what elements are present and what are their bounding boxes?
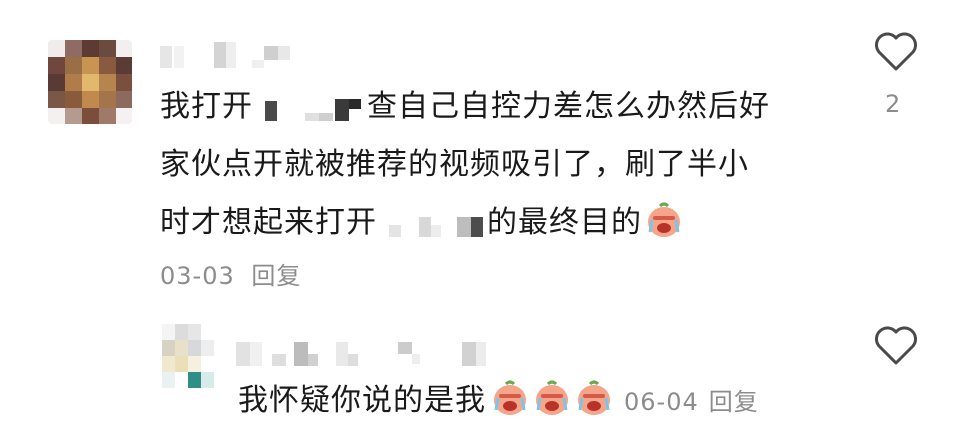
comment-text-segment: 我打开	[160, 89, 253, 124]
comment-text-segment: 时才想起来打开	[160, 205, 377, 240]
comment-date: 03-03	[160, 262, 235, 290]
heart-icon[interactable]	[874, 32, 918, 72]
redacted-app-name	[389, 216, 483, 237]
reply-text-content: 我怀疑你说的是我	[238, 383, 486, 418]
crying-face-emoji	[536, 380, 568, 415]
crying-face-emoji	[494, 380, 526, 415]
username-mosaic[interactable]	[236, 338, 496, 372]
heart-icon[interactable]	[874, 326, 918, 366]
reply-button[interactable]: 回复	[709, 388, 759, 416]
reply-text[interactable]: 我怀疑你说的是我 06-04 回复	[238, 375, 759, 419]
reply-date: 06-04	[624, 388, 699, 416]
avatar-mosaic	[162, 324, 214, 388]
avatar-mosaic	[48, 40, 132, 124]
comment-text-segment: 查自己自控力差怎么办然后好	[367, 89, 770, 124]
comment-meta: 03-03 回复	[160, 256, 301, 291]
reply-button[interactable]: 回复	[251, 262, 301, 290]
redacted-app-name	[265, 98, 361, 121]
like-count: 2	[885, 90, 901, 118]
comment-text-segment: 的最终目的	[487, 205, 642, 240]
avatar[interactable]	[162, 324, 214, 388]
comment-text[interactable]: 我打开 查自己自控力差怎么办然后好 家伙点开就被推荐的视频吸引了，刷了半小 时才…	[160, 78, 840, 252]
username-mosaic[interactable]	[160, 42, 310, 72]
crying-face-emoji	[578, 380, 610, 415]
comment-text-line: 家伙点开就被推荐的视频吸引了，刷了半小	[160, 147, 749, 182]
crying-face-emoji	[648, 202, 680, 237]
avatar[interactable]	[48, 40, 132, 124]
